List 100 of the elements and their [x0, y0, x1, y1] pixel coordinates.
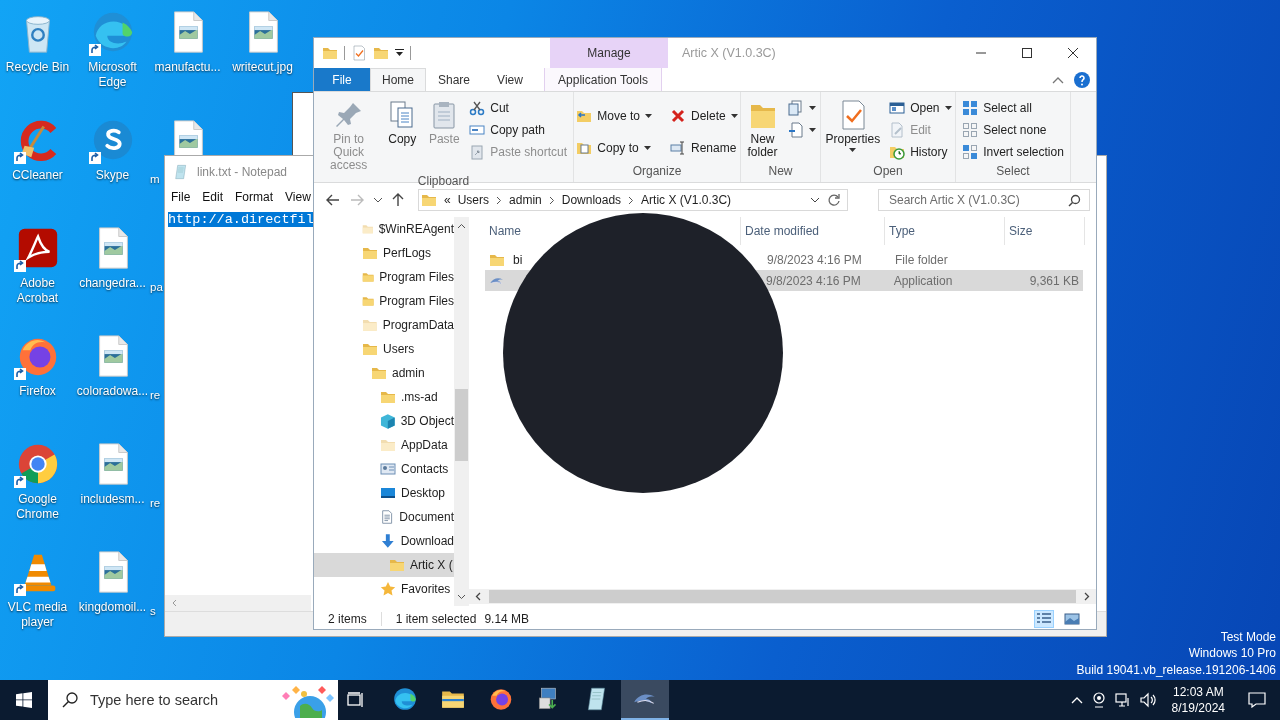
ribbon-button[interactable]: Select none	[960, 119, 1066, 141]
webcam-icon[interactable]	[1091, 692, 1106, 708]
maximize-icon[interactable]	[1022, 48, 1032, 58]
column-header[interactable]: Size	[1009, 224, 1033, 238]
ribbon-button[interactable]: Cut	[467, 97, 569, 119]
ribbon-button[interactable]: Properties	[822, 95, 884, 154]
chevron-icon[interactable]	[496, 195, 503, 205]
navigation-item[interactable]: 3D Object	[314, 409, 454, 433]
scroll-left-icon[interactable]	[475, 592, 483, 601]
navigation-item[interactable]: Users	[314, 337, 454, 361]
navigation-item[interactable]: AppData	[314, 433, 454, 457]
ribbon-button[interactable]	[785, 97, 818, 119]
ribbon-button[interactable]: History	[887, 141, 954, 163]
contact-card-icon	[380, 461, 396, 477]
navigation-item[interactable]: Program Files	[314, 265, 454, 289]
chevron-up-icon[interactable]	[1070, 696, 1083, 704]
column-header[interactable]: Name	[489, 224, 521, 238]
file-name: bi	[513, 252, 523, 267]
horizontal-scrollbar[interactable]	[469, 589, 1096, 604]
column-header[interactable]: Type	[889, 224, 915, 238]
star-icon	[380, 581, 396, 597]
navigation-item[interactable]: ProgramData	[314, 313, 454, 337]
properties-icon[interactable]	[351, 45, 367, 61]
folder-icon	[389, 557, 405, 573]
breadcrumb-item[interactable]: Artic X (V1.0.3C)	[641, 193, 732, 207]
chevron-icon[interactable]	[628, 195, 635, 205]
clock-time[interactable]: 12:03 AM	[1172, 684, 1224, 700]
ribbon-button[interactable]: Select all	[960, 97, 1066, 119]
caret-icon	[645, 114, 652, 118]
search-field[interactable]: Search Artic X (V1.0.3C)	[878, 189, 1090, 211]
ribbon-button[interactable]: Copy path	[467, 119, 569, 141]
chevron-icon[interactable]	[548, 195, 555, 205]
copy-to-icon	[576, 140, 593, 156]
clock-date[interactable]: 8/19/2024	[1171, 700, 1225, 716]
scroll-down-icon[interactable]	[457, 594, 466, 600]
menu-item[interactable]: Edit	[202, 190, 224, 204]
scroll-thumb[interactable]	[455, 389, 468, 461]
network-icon[interactable]	[1114, 692, 1131, 708]
navigation-item[interactable]: admin	[314, 361, 454, 385]
scroll-right-icon[interactable]	[1082, 592, 1090, 601]
details-view-button[interactable]	[1034, 609, 1054, 628]
breadcrumb-item[interactable]: admin	[509, 193, 542, 207]
delete-icon	[670, 108, 686, 124]
navigation-item[interactable]: Artic X (	[314, 553, 454, 577]
overflow-chevron[interactable]: «	[444, 193, 451, 207]
caret-icon	[849, 148, 857, 152]
ribbon-button[interactable]: New folder	[743, 95, 782, 161]
ribbon-tab[interactable]: View	[482, 68, 538, 91]
dropdown-icon[interactable]	[395, 49, 404, 57]
menu-item[interactable]: File	[171, 190, 191, 204]
navigation-item[interactable]: Favorites	[314, 577, 454, 601]
ribbon-button[interactable]: Open	[887, 97, 954, 119]
vertical-scrollbar[interactable]	[454, 217, 469, 606]
help-icon[interactable]	[1074, 71, 1090, 88]
task-view-icon[interactable]	[347, 692, 365, 708]
volume-icon[interactable]	[1139, 692, 1158, 708]
up-arrow-icon[interactable]	[392, 193, 404, 207]
scroll-thumb[interactable]	[489, 590, 1076, 603]
ribbon-button[interactable]: Invert selection	[960, 141, 1066, 163]
file-menu-tab[interactable]: File	[314, 68, 370, 91]
column-header[interactable]: Date modified	[745, 224, 820, 238]
menu-item[interactable]: View	[285, 190, 311, 204]
navigation-item[interactable]: Program Files	[314, 289, 454, 313]
date-cell-text: 9/8/2023 4:16 PM	[765, 273, 862, 288]
menu-item[interactable]: Format	[235, 190, 274, 204]
horizontal-scrollbar[interactable]	[165, 595, 311, 611]
navigation-item[interactable]: PerfLogs	[314, 241, 454, 265]
collapse-ribbon-icon[interactable]	[1052, 75, 1064, 84]
group-label: Clipboard	[417, 174, 470, 188]
windows-logo-icon[interactable]	[16, 692, 32, 708]
scroll-up-icon[interactable]	[457, 223, 466, 229]
ribbon-button[interactable]: Delete	[668, 105, 740, 127]
folder-icon	[322, 45, 338, 61]
ribbon-tab[interactable]: Application Tools	[544, 68, 662, 91]
search-box[interactable]: Type here to search	[48, 680, 338, 720]
folder-icon	[380, 389, 396, 405]
navigation-item[interactable]: Download	[314, 529, 454, 553]
ribbon-tab[interactable]: Share	[426, 68, 482, 91]
ribbon-button[interactable]: Copy	[383, 95, 422, 148]
back-arrow-icon[interactable]	[326, 194, 340, 206]
breadcrumb-item[interactable]: Downloads	[561, 193, 622, 207]
ribbon-button[interactable]: Move to	[574, 105, 654, 127]
navigation-item[interactable]: $WinREAgent	[314, 217, 454, 241]
selection-count: 1 item selected	[395, 611, 477, 626]
ribbon-button[interactable]: Copy to	[574, 137, 654, 159]
navigation-item[interactable]: Desktop	[314, 481, 454, 505]
breadcrumb-item[interactable]: Users	[457, 193, 490, 207]
navigation-item[interactable]: .ms-ad	[314, 385, 454, 409]
notification-icon[interactable]	[1248, 692, 1266, 708]
recent-locations-icon[interactable]	[374, 197, 382, 203]
ribbon-tab[interactable]: Home	[370, 68, 426, 91]
ribbon-button[interactable]: Rename	[668, 137, 740, 159]
date-cell-text: 9/8/2023 4:16 PM	[766, 252, 863, 267]
navigation-item[interactable]: Contacts	[314, 457, 454, 481]
caret-icon	[808, 128, 816, 132]
refresh-icon[interactable]	[827, 193, 841, 207]
navigation-item[interactable]: Document	[314, 505, 454, 529]
dropdown-icon[interactable]	[810, 197, 820, 203]
close-icon[interactable]	[1068, 48, 1078, 58]
address-bar[interactable]: « Users admin Downloads Artic X (V1.0.3C)	[418, 189, 848, 211]
